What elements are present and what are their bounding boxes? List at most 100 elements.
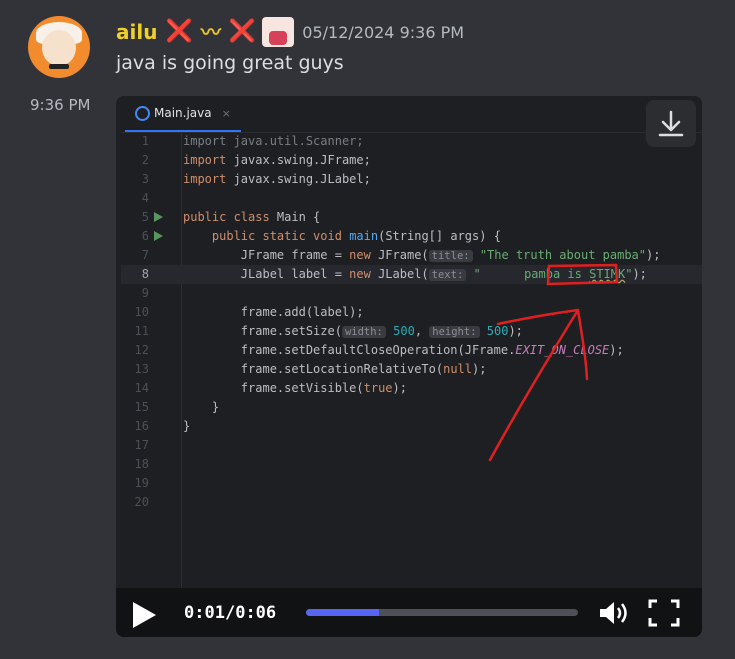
code-text: } [183, 417, 190, 436]
code-token: Main { [276, 210, 321, 224]
code-line: 10 frame.add(label); [121, 303, 702, 322]
code-text: JFrame frame = new JFrame(title: "The tr… [183, 246, 660, 266]
code-token: frame.setDefaultCloseOperation(JFrame. [183, 343, 516, 357]
duration: 0:06 [235, 603, 277, 623]
code-text: JLabel label = new JLabel(text: " pamba … [183, 265, 647, 285]
fullscreen-icon [648, 599, 680, 627]
code-line: 3 import javax.swing.JLabel; [121, 170, 702, 189]
download-button[interactable] [646, 100, 696, 147]
line-number: 8 [141, 267, 149, 281]
code-token: , [414, 324, 430, 338]
run-gutter-icon[interactable] [154, 212, 163, 222]
code-token: ); [632, 267, 647, 281]
code-token: } [183, 419, 191, 433]
line-number: 14 [134, 381, 149, 395]
cross-emoji-icon: ❌ [165, 19, 193, 44]
code-line: 17 [121, 436, 702, 455]
line-number: 18 [134, 457, 149, 471]
play-button[interactable] [130, 600, 158, 634]
java-class-icon [135, 105, 150, 121]
code-token: STIMK [589, 267, 626, 281]
video-player[interactable]: Main.java × 1 import java.util.Scanner; 2 i… [116, 96, 702, 637]
tab-close-icon: × [221, 106, 231, 120]
code-line: 7 JFrame frame = new JFrame(title: "The … [121, 246, 702, 265]
avatar-collar [49, 64, 69, 69]
code-text: import java.util.Scanner; [183, 132, 364, 151]
line-number: 12 [134, 343, 149, 357]
code-token: JFrame( [378, 248, 429, 262]
code-line: 20 [121, 493, 702, 512]
line-number: 6 [141, 229, 149, 243]
code-token: main [349, 229, 379, 243]
message-header: ailu ❌ 〰 ❌ 05/12/2024 9:36 PM [116, 17, 464, 47]
code-line: 13 frame.setLocationRelativeTo(null); [121, 360, 702, 379]
code-token: "The truth about pamba" [479, 248, 646, 262]
code-token: } [183, 400, 220, 414]
code-token: new [349, 248, 379, 262]
code-text: frame.setVisible(true); [183, 379, 407, 398]
code-line: 16} [121, 417, 702, 436]
code-token: ); [392, 381, 407, 395]
line-number: 11 [134, 324, 149, 338]
message-text: java is going great guys [116, 52, 344, 74]
playback-time: 0:01/0:06 [184, 603, 276, 623]
code-line: 4 [121, 189, 702, 208]
code-line: 5 public class Main { [121, 208, 702, 227]
code-token: ); [609, 343, 624, 357]
code-token: ); [472, 362, 487, 376]
code-line: 12 frame.setDefaultCloseOperation(JFrame… [121, 341, 702, 360]
code-area: 1 import java.util.Scanner; 2 import javax.… [121, 132, 702, 588]
code-text: frame.setDefaultCloseOperation(JFrame.EX… [183, 341, 624, 360]
avatar[interactable] [28, 16, 90, 78]
code-token: javax.swing.JLabel; [233, 172, 371, 186]
code-text: frame.add(label); [183, 303, 364, 322]
code-token: frame.setVisible( [183, 381, 364, 395]
parameter-hint: text: [428, 269, 467, 281]
line-number: 13 [134, 362, 149, 376]
editor-tab-main-java: Main.java × [125, 96, 241, 132]
code-token: javax.swing.JFrame; [233, 153, 371, 167]
wavy-dash-emoji-icon: 〰 [200, 20, 221, 44]
code-token: JFrame frame = [183, 248, 350, 262]
code-token: import [183, 172, 234, 186]
side-timestamp: 9:36 PM [30, 96, 91, 114]
line-number: 1 [141, 134, 149, 148]
code-token: EXIT_ON_CLOSE [515, 343, 610, 357]
code-line: 6 public static void main(String[] args)… [121, 227, 702, 246]
line-number: 19 [134, 476, 149, 490]
code-line: 14 frame.setVisible(true); [121, 379, 702, 398]
run-gutter-icon[interactable] [154, 231, 163, 241]
code-text: frame.setSize(width: 500, height: 500); [183, 322, 523, 342]
line-number: 2 [141, 153, 149, 167]
line-number: 4 [141, 191, 149, 205]
code-line: 2 import javax.swing.JFrame; [121, 151, 702, 170]
code-token: ); [646, 248, 661, 262]
code-token: " pamba is [473, 267, 590, 281]
editor-tab-bar: Main.java × [121, 96, 702, 133]
video-controls: 0:01/0:06 [116, 588, 702, 637]
cross-emoji-icon: ❌ [228, 19, 257, 44]
code-editor-frame: Main.java × 1 import java.util.Scanner; 2 i… [121, 96, 702, 588]
avatar-face [42, 30, 76, 66]
code-token: public class [183, 210, 277, 224]
line-number: 5 [141, 210, 149, 224]
progress-bar[interactable] [306, 609, 578, 616]
parameter-hint: width: [341, 326, 386, 338]
code-token: frame.setSize( [183, 324, 342, 338]
line-number: 16 [134, 419, 149, 433]
code-line: 8 JLabel label = new JLabel(text: " pamb… [121, 265, 702, 284]
username[interactable]: ailu [116, 20, 157, 44]
code-text: public class Main { [183, 208, 320, 227]
code-text: public static void main(String[] args) { [183, 227, 501, 246]
code-text: import javax.swing.JLabel; [183, 170, 371, 189]
volume-button[interactable] [597, 598, 631, 632]
volume-icon [600, 602, 627, 624]
code-token: JLabel( [378, 267, 429, 281]
line-number: 15 [134, 400, 149, 414]
fullscreen-button[interactable] [647, 598, 681, 632]
code-token: ); [508, 324, 523, 338]
